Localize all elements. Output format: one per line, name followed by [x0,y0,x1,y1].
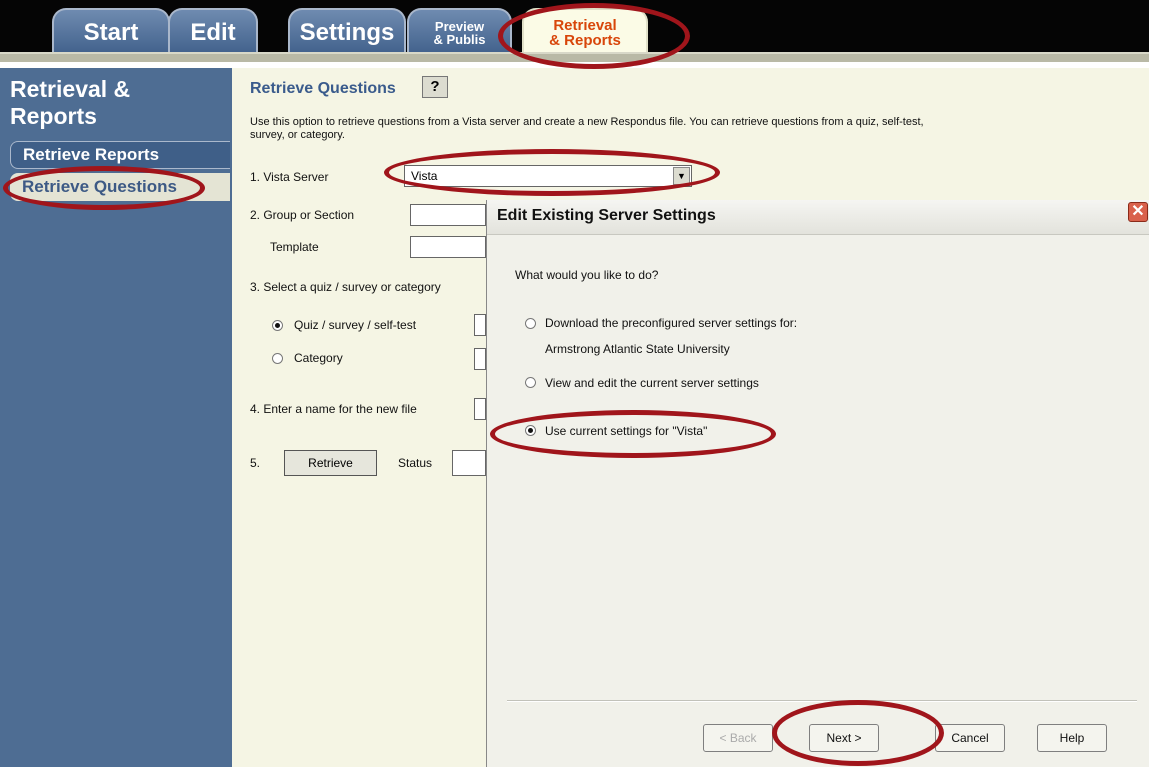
page-description: Use this option to retrieve questions fr… [250,116,924,141]
highlight-oval-vista-server [384,149,720,196]
select-quiz-category-label: 3. Select a quiz / survey or category [250,280,441,294]
category-field[interactable] [474,348,486,370]
quiz-radio[interactable] [272,320,283,331]
new-file-field[interactable] [474,398,486,420]
sidebar-heading: Retrieval & Reports [10,76,130,130]
status-label: Status [398,456,433,470]
quiz-radio-label: Quiz / survey / self-test [294,318,417,332]
institution-name: Armstrong Atlantic State University [545,342,730,356]
tab-preview-label-line2: & Publis [433,32,486,47]
tab-edit[interactable]: Edit [168,8,258,56]
highlight-oval-use-current [490,410,776,458]
quiz-field[interactable] [474,314,486,336]
help-dialog-button[interactable]: Help [1037,724,1107,752]
highlight-oval-next-button [772,700,944,766]
tab-start-label: Start [83,19,139,46]
sidebar-heading-line1: Retrieval & [10,76,131,102]
new-file-label: 4. Enter a name for the new file [250,402,417,416]
help-button[interactable]: ? [422,76,448,98]
highlight-oval-retrieve-questions [3,166,205,210]
sidebar-heading-line2: Reports [10,103,97,129]
page-title: Retrieve Questions [250,80,396,97]
template-label: Template [270,240,319,254]
cancel-button[interactable]: Cancel [935,724,1005,752]
highlight-oval-retrieval-tab [498,3,690,69]
status-field [452,450,486,476]
template-field[interactable] [410,236,486,258]
category-radio-label: Category [294,351,343,365]
dialog-separator [507,700,1137,702]
group-section-label: 2. Group or Section [250,208,355,222]
sidebar-item-retrieve-reports[interactable]: Retrieve Reports [10,141,230,169]
group-section-field[interactable] [410,204,486,226]
tab-preview-publish[interactable]: Preview & Publis [407,8,512,56]
step5-label: 5. [250,456,261,470]
tab-start[interactable]: Start [52,8,170,56]
dialog-prompt: What would you like to do? [515,268,659,282]
view-edit-settings-label: View and edit the current server setting… [545,376,759,390]
tab-settings-label: Settings [299,19,395,46]
retrieve-button[interactable]: Retrieve [284,450,377,476]
close-icon[interactable]: ✕ [1128,202,1148,222]
download-settings-label: Download the preconfigured server settin… [545,316,798,330]
vista-server-label: 1. Vista Server [250,170,329,184]
view-edit-settings-radio[interactable] [525,377,536,388]
edit-server-settings-dialog: Edit Existing Server Settings ✕ What wou… [486,200,1149,767]
category-radio[interactable] [272,353,283,364]
dialog-title-bar: Edit Existing Server Settings ✕ [487,200,1149,235]
tab-settings[interactable]: Settings [288,8,406,56]
download-settings-radio[interactable] [525,318,536,329]
dialog-title: Edit Existing Server Settings [497,207,716,224]
tab-edit-label: Edit [190,19,236,46]
back-button[interactable]: < Back [703,724,773,752]
